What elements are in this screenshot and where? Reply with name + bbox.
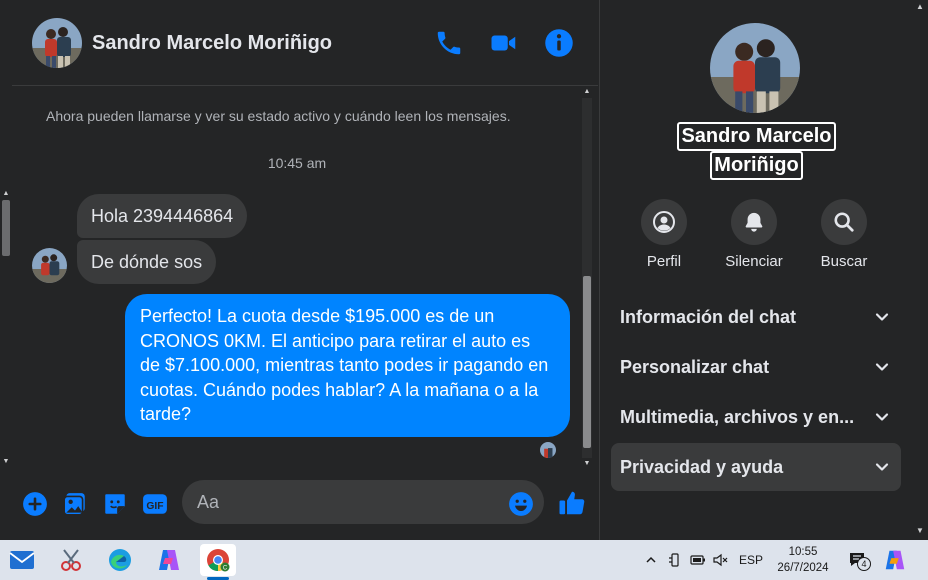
conversation-info-panel: Sandro Marcelo Moriñigo Perfil Silenciar… [599, 0, 912, 540]
windows-taskbar: C ESP 10:55 26/7/2024 4 [0, 540, 928, 580]
chat-pane: Sandro Marcelo Moriñigo Ahora pueden lla… [12, 0, 598, 540]
phone-link-icon[interactable] [666, 550, 684, 570]
section-media-files[interactable]: Multimedia, archivos y en... [611, 393, 901, 441]
search-icon [821, 199, 867, 245]
svg-text:GIF: GIF [146, 501, 163, 512]
scroll-up-arrow[interactable]: ▲ [582, 88, 592, 95]
video-call-icon[interactable] [489, 28, 519, 58]
phone-icon[interactable] [434, 28, 464, 58]
sticker-icon[interactable] [102, 491, 128, 517]
chrome-browser-icon[interactable]: C [200, 544, 236, 576]
svg-text:C: C [223, 566, 228, 572]
profile-label: Perfil [646, 253, 682, 270]
section-privacy-help[interactable]: Privacidad y ayuda [611, 443, 901, 491]
snipping-tool-icon[interactable] [53, 544, 89, 576]
scroll-up-arrow[interactable]: ▲ [2, 190, 10, 197]
mail-app-icon[interactable] [4, 544, 40, 576]
search-button[interactable]: Buscar [799, 199, 889, 270]
incoming-message[interactable]: Hola 2394446864 [77, 194, 248, 238]
window-scrollbar[interactable]: ▲ ▼ [912, 0, 928, 540]
edge-browser-icon[interactable] [102, 544, 138, 576]
chevron-down-icon [875, 463, 889, 471]
seen-indicator-avatar [540, 442, 556, 458]
contact-avatar[interactable] [32, 18, 82, 68]
chat-header: Sandro Marcelo Moriñigo [12, 0, 598, 86]
chevron-down-icon [875, 413, 889, 421]
scroll-down-arrow[interactable]: ▼ [582, 460, 592, 467]
section-label: Información del chat [620, 307, 797, 327]
system-clock[interactable]: 10:55 26/7/2024 [768, 544, 838, 576]
left-scrollbar[interactable]: ▲ ▼ [0, 0, 12, 540]
contact-name-line2: Moriñigo [710, 151, 803, 180]
mute-button[interactable]: Silenciar [709, 199, 799, 270]
message-composer: GIF [12, 474, 598, 540]
section-label: Privacidad y ayuda [620, 457, 784, 477]
contact-name[interactable]: Sandro Marcelo Moriñigo [92, 32, 332, 55]
scroll-down-arrow[interactable]: ▼ [2, 458, 10, 465]
plus-icon[interactable] [22, 491, 48, 517]
contact-name-line1: Sandro Marcelo [677, 122, 836, 151]
section-customize-chat[interactable]: Personalizar chat [611, 343, 901, 391]
info-icon[interactable] [544, 28, 574, 58]
chat-scrollbar[interactable]: ▲ ▼ [580, 86, 594, 474]
copilot-tray-icon[interactable] [878, 546, 912, 574]
like-icon[interactable] [557, 488, 585, 515]
photo-icon[interactable] [62, 491, 88, 517]
notification-center-icon[interactable]: 4 [845, 550, 871, 571]
outgoing-message[interactable]: Perfecto! La cuota desde $195.000 es de … [125, 294, 570, 437]
scroll-thumb[interactable] [583, 276, 591, 448]
input-language[interactable]: ESP [738, 550, 764, 570]
contact-profile-photo[interactable] [710, 23, 800, 113]
chevron-down-icon [875, 363, 889, 371]
scroll-down-arrow[interactable]: ▼ [912, 526, 928, 535]
section-label: Multimedia, archivos y en... [620, 407, 855, 427]
emoji-icon[interactable] [508, 491, 534, 517]
mute-label: Silenciar [725, 253, 783, 270]
section-label: Personalizar chat [620, 357, 770, 377]
notification-count-badge: 4 [857, 557, 871, 571]
messenger-window: ▲ ▼ Sandro Marcelo Moriñigo Ahora pueden… [0, 0, 928, 580]
sender-avatar[interactable] [32, 248, 67, 283]
copilot-app-icon[interactable] [151, 544, 187, 576]
battery-icon[interactable] [689, 550, 707, 570]
scroll-thumb[interactable] [2, 200, 10, 256]
bell-icon [731, 199, 777, 245]
chevron-up-icon[interactable] [642, 550, 660, 570]
system-note: Ahora pueden llamarse y ver su estado ac… [46, 108, 511, 124]
speaker-muted-icon[interactable] [712, 550, 730, 570]
message-list[interactable]: Ahora pueden llamarse y ver su estado ac… [12, 86, 598, 474]
profile-icon [641, 199, 687, 245]
contact-profile-name[interactable]: Sandro Marcelo Moriñigo [600, 122, 913, 180]
message-input[interactable] [182, 480, 544, 524]
profile-button[interactable]: Perfil [619, 199, 709, 270]
search-label: Buscar [820, 253, 868, 270]
gif-icon[interactable]: GIF [142, 491, 168, 517]
chevron-down-icon [875, 313, 889, 321]
message-timestamp: 10:45 am [267, 155, 327, 171]
section-chat-info[interactable]: Información del chat [611, 293, 901, 341]
clock-date: 26/7/2024 [777, 562, 829, 574]
scroll-up-arrow[interactable]: ▲ [912, 2, 928, 11]
clock-time: 10:55 [788, 546, 818, 558]
incoming-message[interactable]: De dónde sos [77, 240, 217, 284]
